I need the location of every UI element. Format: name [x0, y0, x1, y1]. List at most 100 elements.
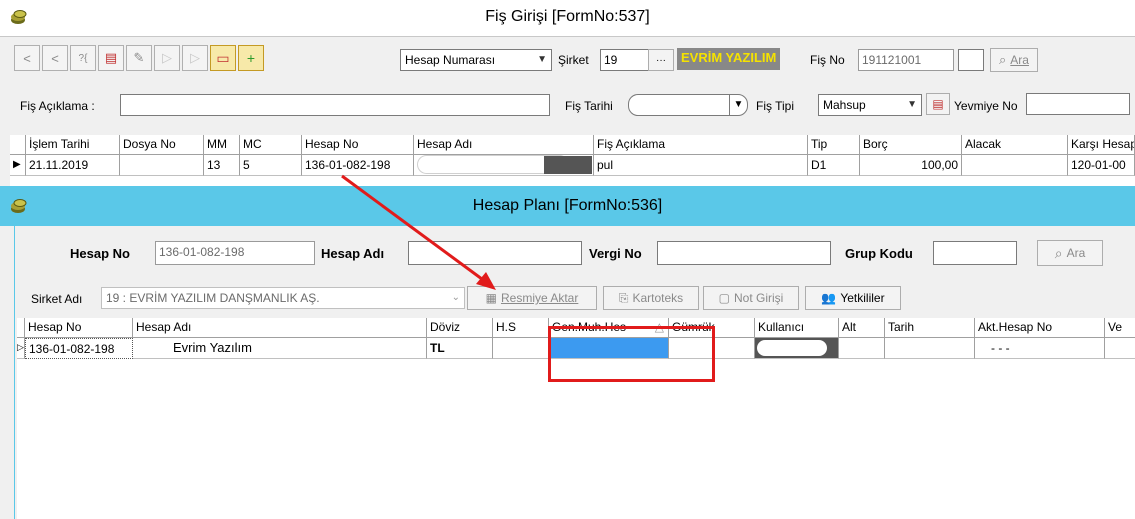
grup-kodu-input[interactable]	[933, 241, 1017, 265]
table-cell[interactable]: 120-01-00	[1068, 155, 1135, 176]
column-header[interactable]: Tip	[808, 135, 860, 155]
row-pointer-icon: ▶	[10, 155, 26, 176]
column-header[interactable]: Karşı Hesap	[1068, 135, 1135, 155]
table-cell[interactable]	[839, 338, 885, 359]
row-pointer-icon: ▷	[17, 338, 25, 359]
table-cell[interactable]: 100,00	[860, 155, 962, 176]
fis-no-input[interactable]: 191121001	[858, 49, 954, 71]
kartoteks-button[interactable]: ⎘ Kartoteks	[603, 286, 699, 310]
users-icon: 👥	[821, 291, 837, 305]
window-title: Fiş Girişi [FormNo:537]	[485, 8, 650, 25]
table-cell[interactable]	[120, 155, 204, 176]
sirket-input[interactable]: 19	[600, 49, 650, 71]
column-header[interactable]: MC	[240, 135, 302, 155]
yevmiye-no-input[interactable]	[1026, 93, 1130, 115]
column-header[interactable]: Dosya No	[120, 135, 204, 155]
column-header[interactable]: H.S	[493, 318, 549, 338]
column-header[interactable]: Hesap No	[302, 135, 414, 155]
table-cell[interactable]	[1105, 338, 1135, 359]
fis-tarihi-label: Fiş Tarihi	[565, 99, 613, 113]
fis-grid: İşlem Tarihi Dosya No MM MC Hesap No Hes…	[10, 135, 1135, 187]
table-cell[interactable]: 21.11.2019	[26, 155, 120, 176]
sirket-adi-select[interactable]: 19 : EVRİM YAZILIM DANŞMANLIK AŞ. ⌄	[101, 287, 465, 309]
column-header[interactable]: Hesap Adı	[414, 135, 594, 155]
sirket-lookup-button[interactable]: ···	[648, 49, 674, 71]
column-header[interactable]: Alacak	[962, 135, 1068, 155]
table-cell[interactable]: pul	[594, 155, 808, 176]
table-cell[interactable]: - - -	[975, 338, 1105, 359]
transfer-document-icon: ▦	[485, 291, 497, 305]
next-record-icon[interactable]: ▷	[182, 45, 208, 71]
resmiye-aktar-button[interactable]: ▦ Resmiye Aktar	[467, 286, 597, 310]
yevmiye-no-label: Yevmiye No	[954, 99, 1018, 113]
play-icon[interactable]: ▷	[154, 45, 180, 71]
column-header[interactable]: Hesap Adı	[133, 318, 427, 338]
table-cell[interactable]: 136-01-082-198	[25, 338, 133, 359]
chevron-down-icon: ⌄	[451, 292, 460, 303]
grup-kodu-label: Grup Kodu	[845, 246, 913, 261]
table-cell[interactable]	[962, 155, 1068, 176]
column-header[interactable]: Kullanıcı	[755, 318, 839, 338]
column-header[interactable]: Borç	[860, 135, 962, 155]
note-icon: ▢	[718, 291, 730, 305]
chevron-down-icon[interactable]: ▼	[729, 95, 747, 115]
window-titlebar-fis-girisi: Fiş Girişi [FormNo:537]	[0, 0, 1135, 36]
ara-button[interactable]: ⌕ Ara	[1037, 240, 1103, 266]
fis-no-label: Fiş No	[810, 53, 845, 67]
fis-girisi-window: < < ?{ ▤ ✎ ▷ ▷ ▭ + Hesap Numarası ▼ Şirk…	[0, 36, 1135, 187]
hesap-no-input[interactable]: 136-01-082-198	[155, 241, 315, 265]
fis-aciklama-label: Fiş Açıklama :	[20, 99, 95, 113]
chevron-down-icon: ▼	[537, 54, 547, 65]
edit-document-icon[interactable]: ✎	[126, 45, 152, 71]
delete-document-icon[interactable]: ▤	[98, 45, 124, 71]
grid-indicator-header	[17, 318, 25, 338]
hesap-adi-input[interactable]	[408, 241, 582, 265]
query-icon[interactable]: ?{	[70, 45, 96, 71]
fis-aciklama-input[interactable]	[120, 94, 550, 116]
yetkililer-button[interactable]: 👥 Yetkililer	[805, 286, 901, 310]
fis-tipi-label: Fiş Tipi	[756, 99, 795, 113]
fis-no-extra-input[interactable]	[958, 49, 984, 71]
table-cell[interactable]	[493, 338, 549, 359]
sirket-adi-label: Sirket Adı	[31, 292, 83, 306]
fis-tipi-select[interactable]: Mahsup ▼	[818, 94, 922, 116]
print-document-icon[interactable]: ▤	[926, 93, 950, 115]
table-cell[interactable]: TL	[427, 338, 493, 359]
not-girisi-button[interactable]: ▢ Not Girişi	[703, 286, 799, 310]
redacted-user	[757, 340, 827, 356]
column-header[interactable]: MM	[204, 135, 240, 155]
column-header[interactable]: Döviz	[427, 318, 493, 338]
hesap-no-label: Hesap No	[70, 246, 130, 261]
table-cell[interactable]: 136-01-082-198	[302, 155, 414, 176]
card-file-icon: ⎘	[618, 290, 629, 305]
table-cell[interactable]: 13	[204, 155, 240, 176]
column-header[interactable]: Akt.Hesap No	[975, 318, 1105, 338]
column-header[interactable]: Alt	[839, 318, 885, 338]
search-icon: ⌕	[1054, 244, 1063, 261]
column-header[interactable]: Tarih	[885, 318, 975, 338]
window-title: Hesap Planı [FormNo:536]	[472, 197, 663, 214]
table-cell[interactable]: Evrim Yazılım	[133, 338, 427, 359]
redaction-overlay	[544, 156, 592, 174]
table-cell[interactable]: 5	[240, 155, 302, 176]
hesap-adi-cell[interactable]	[414, 155, 594, 176]
search-field-select[interactable]: Hesap Numarası ▼	[400, 49, 552, 71]
first-record-icon[interactable]: <	[14, 45, 40, 71]
column-header[interactable]: Ve	[1105, 318, 1135, 338]
column-header[interactable]: İşlem Tarihi	[26, 135, 120, 155]
company-name-badge: EVRİM YAZILIM	[677, 48, 781, 70]
previous-record-icon[interactable]: <	[42, 45, 68, 71]
remove-record-icon[interactable]: ▭	[210, 45, 236, 71]
chevron-down-icon: ▼	[907, 99, 917, 110]
vergi-no-input[interactable]	[657, 241, 831, 265]
fis-tarihi-date-picker[interactable]: ▼	[628, 94, 748, 116]
column-header[interactable]: Hesap No	[25, 318, 133, 338]
table-cell[interactable]	[885, 338, 975, 359]
grid-indicator-header	[10, 135, 26, 155]
ara-button[interactable]: ⌕ Ara	[990, 48, 1038, 72]
kullanici-cell[interactable]	[755, 338, 839, 359]
column-header[interactable]: Fiş Açıklama	[594, 135, 808, 155]
table-cell[interactable]: D1	[808, 155, 860, 176]
search-icon: ⌕	[999, 52, 1007, 67]
add-record-icon[interactable]: +	[238, 45, 264, 71]
